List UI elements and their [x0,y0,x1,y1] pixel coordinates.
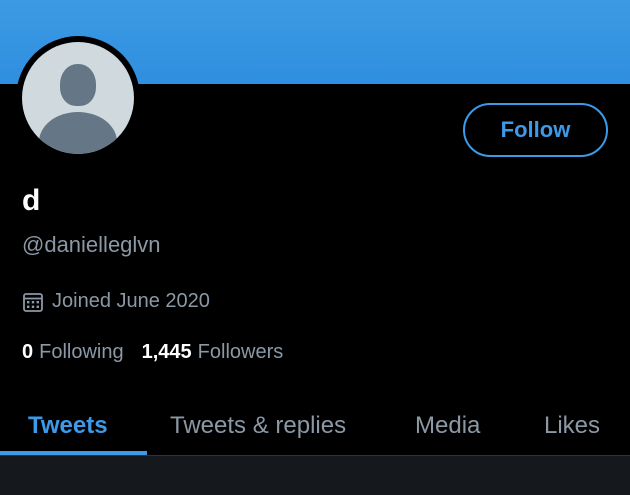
join-date: Joined June 2020 [22,290,210,313]
default-avatar-icon [22,42,134,154]
display-name: d [22,184,41,217]
tab-likes[interactable]: Likes [544,400,600,452]
tab-tweets-and-replies[interactable]: Tweets & replies [170,400,346,452]
follow-stats: 0 Following 1,445 Followers [22,341,283,364]
calendar-icon [23,292,43,312]
timeline-area [0,456,630,495]
follow-button[interactable]: Follow [463,103,608,157]
following-label: Following [39,341,124,363]
avatar[interactable] [16,36,140,160]
followers-count: 1,445 [141,341,192,363]
avatar-head-shape [60,64,96,106]
following-count: 0 [22,341,34,363]
avatar-body-shape [39,112,117,154]
profile-tabs: Tweets Tweets & replies Media Likes [0,400,630,452]
followers-label: Followers [197,341,284,363]
tab-media[interactable]: Media [415,400,480,452]
user-handle: @danielleglvn [22,232,161,257]
followers-link[interactable]: 1,445 Followers [142,341,284,364]
following-link[interactable]: 0 Following [22,341,124,364]
join-date-text: Joined June 2020 [52,290,210,312]
tab-tweets[interactable]: Tweets [28,400,108,452]
